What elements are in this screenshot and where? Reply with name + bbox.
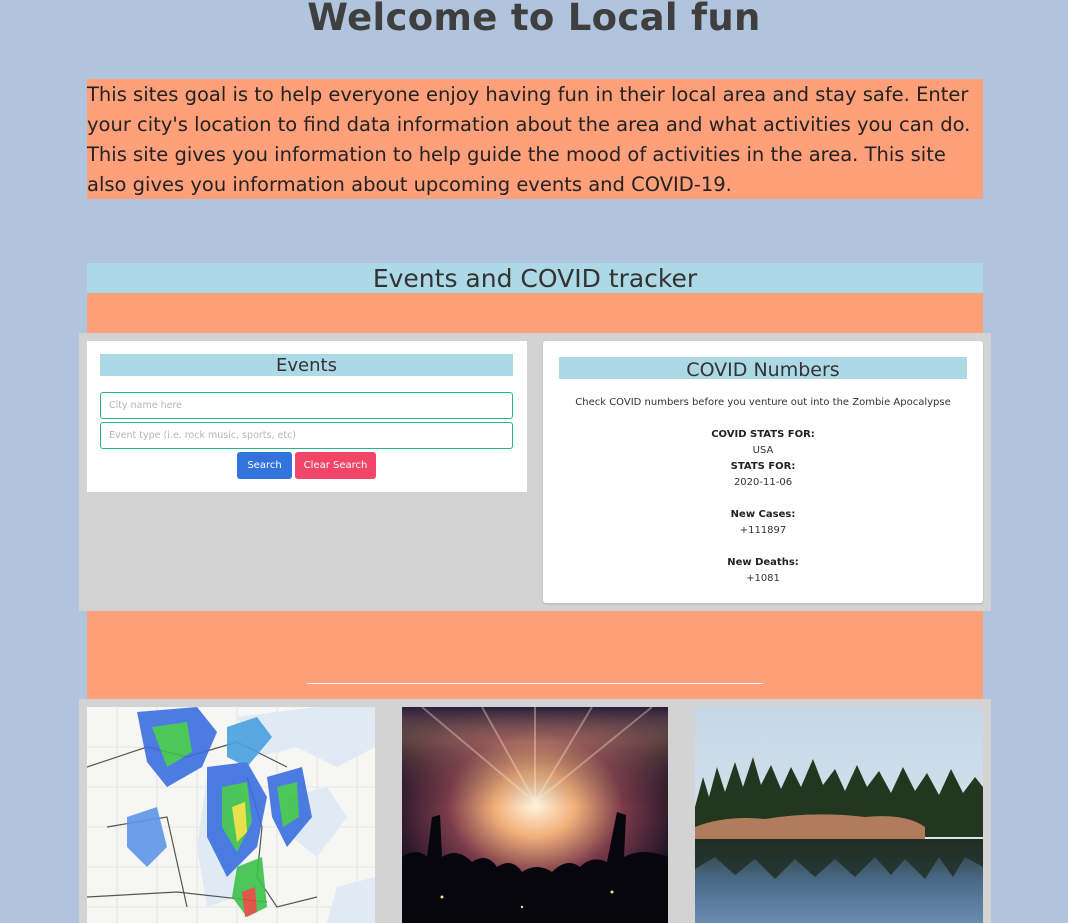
- covid-subtitle: Check COVID numbers before you venture o…: [575, 397, 951, 408]
- covid-date: 2020-11-06: [733, 477, 793, 488]
- clear-search-button[interactable]: Clear Search: [295, 452, 376, 479]
- new-deaths-value: +1081: [746, 573, 780, 584]
- event-type-input[interactable]: [100, 422, 513, 449]
- search-button[interactable]: Search: [237, 452, 292, 479]
- events-card: Events Search Clear Search: [87, 341, 527, 492]
- city-input[interactable]: [100, 392, 513, 419]
- lake-forest-image: [695, 707, 983, 923]
- concert-crowd-image: [402, 707, 668, 923]
- new-cases-value: +111897: [739, 525, 787, 536]
- new-deaths-label: New Deaths:: [727, 557, 799, 568]
- events-title: Events: [100, 354, 513, 376]
- weather-radar-image: [87, 707, 375, 923]
- covid-stats: Check COVID numbers before you venture o…: [543, 395, 983, 587]
- new-cases-label: New Cases:: [730, 509, 796, 520]
- intro-text: This sites goal is to help everyone enjo…: [87, 79, 983, 199]
- covid-stats-for-label: COVID STATS FOR:: [711, 429, 815, 440]
- covid-title: COVID Numbers: [559, 357, 967, 381]
- covid-date-label: STATS FOR:: [730, 461, 796, 472]
- tracker-heading: Events and COVID tracker: [87, 263, 983, 293]
- covid-card: COVID Numbers Check COVID numbers before…: [543, 341, 983, 603]
- section-divider: [307, 683, 763, 684]
- page-title: Welcome to Local fun: [307, 0, 761, 39]
- covid-country: USA: [752, 445, 774, 456]
